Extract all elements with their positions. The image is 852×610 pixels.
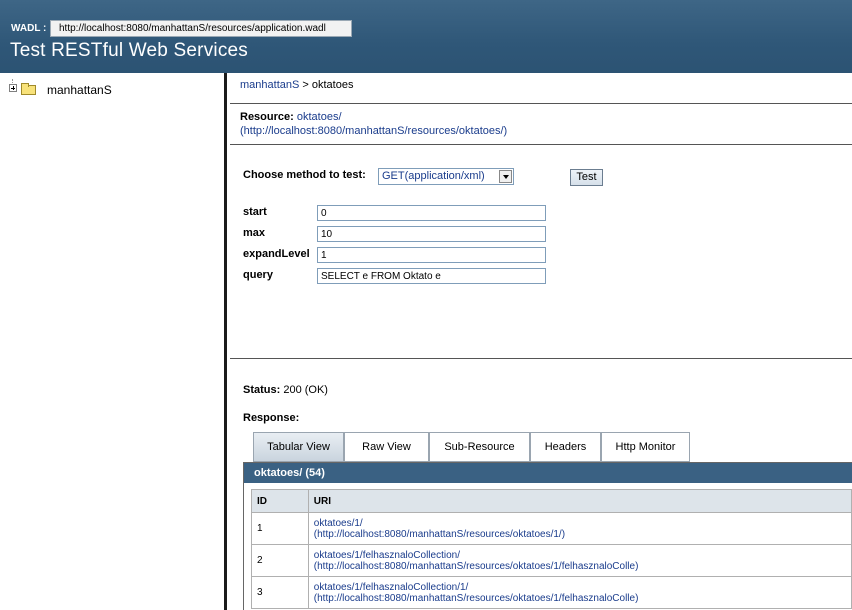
table-row: 2 oktatoes/1/felhasznaloCollection/ (htt… (251, 544, 852, 577)
divider (230, 144, 852, 145)
breadcrumb-root-link[interactable]: manhattanS (240, 79, 299, 91)
tab-raw-view[interactable]: Raw View (344, 432, 429, 462)
row-uri: oktatoes/1/felhasznaloCollection/1/ (htt… (307, 576, 852, 609)
response-table: ID URI 1 oktatoes/1/ (http://localhost:8… (251, 489, 852, 609)
response-label: Response: (243, 412, 300, 424)
wadl-label: WADL : (11, 23, 47, 34)
row-id: 1 (251, 512, 309, 545)
method-select[interactable]: GET(application/xml) (378, 168, 514, 185)
main-content: manhattanS > oktatoes Resource: oktatoes… (227, 73, 852, 610)
tab-tabular-view[interactable]: Tabular View (253, 432, 344, 462)
query-input[interactable] (317, 268, 546, 284)
resource-url-link[interactable]: (http://localhost:8080/manhattanS/resour… (240, 125, 507, 137)
method-label: Choose method to test: (243, 169, 366, 181)
resource-label: Resource: (240, 111, 294, 123)
param-label-query: query (243, 269, 273, 281)
tab-headers[interactable]: Headers (530, 432, 601, 462)
param-label-max: max (243, 227, 266, 239)
wadl-url-field[interactable]: http://localhost:8080/manhattanS/resourc… (50, 20, 352, 37)
tab-http-monitor[interactable]: Http Monitor (601, 432, 690, 462)
expandlevel-input[interactable] (317, 247, 546, 263)
divider (230, 358, 852, 359)
app-header: WADL : http://localhost:8080/manhattanS/… (0, 0, 852, 73)
tree-item-manhattans[interactable]: manhattanS (47, 83, 112, 97)
status-line: Status: 200 (OK) (243, 384, 328, 396)
param-label-start: start (243, 206, 267, 218)
row-uri: oktatoes/1/felhasznaloCollection/ (http:… (307, 544, 852, 577)
expand-icon[interactable] (9, 84, 17, 92)
row-url-link[interactable]: (http://localhost:8080/manhattanS/resour… (314, 593, 846, 604)
row-url-link[interactable]: (http://localhost:8080/manhattanS/resour… (314, 529, 846, 540)
folder-icon (21, 83, 36, 95)
tab-sub-resource[interactable]: Sub-Resource (429, 432, 530, 462)
status-label: Status: (243, 384, 281, 396)
table-row: 3 oktatoes/1/felhasznaloCollection/1/ (h… (251, 576, 852, 609)
max-input[interactable] (317, 226, 546, 242)
chevron-down-icon[interactable] (499, 170, 512, 183)
response-panel: oktatoes/ (54) ID URI 1 oktatoes/1/ (htt… (243, 462, 852, 610)
row-id: 3 (251, 576, 309, 609)
row-uri-link[interactable]: oktatoes/1/felhasznaloCollection/ (314, 550, 846, 561)
divider (230, 103, 852, 104)
param-label-expandlevel: expandLevel (243, 248, 310, 260)
row-uri-link[interactable]: oktatoes/1/felhasznaloCollection/1/ (314, 582, 846, 593)
breadcrumb: manhattanS > oktatoes (240, 79, 353, 91)
panel-title: oktatoes/ (54) (244, 463, 852, 483)
status-value: 200 (OK) (283, 384, 328, 396)
page-title: Test RESTful Web Services (10, 40, 249, 61)
table-header-row: ID URI (251, 489, 852, 513)
breadcrumb-current: oktatoes (311, 79, 354, 91)
row-uri-link[interactable]: oktatoes/1/ (314, 518, 846, 529)
column-header-uri[interactable]: URI (307, 489, 852, 513)
test-button[interactable]: Test (570, 169, 603, 186)
resource-line: Resource: oktatoes/ (240, 111, 342, 123)
row-id: 2 (251, 544, 309, 577)
row-uri: oktatoes/1/ (http://localhost:8080/manha… (307, 512, 852, 545)
tree-connector (12, 79, 14, 83)
breadcrumb-separator: > (299, 79, 312, 91)
start-input[interactable] (317, 205, 546, 221)
resource-tree: manhattanS (0, 73, 224, 610)
resource-name-link[interactable]: oktatoes/ (297, 111, 342, 123)
table-row: 1 oktatoes/1/ (http://localhost:8080/man… (251, 512, 852, 545)
method-selected-value: GET(application/xml) (382, 170, 485, 182)
column-header-id[interactable]: ID (251, 489, 309, 513)
row-url-link[interactable]: (http://localhost:8080/manhattanS/resour… (314, 561, 846, 572)
